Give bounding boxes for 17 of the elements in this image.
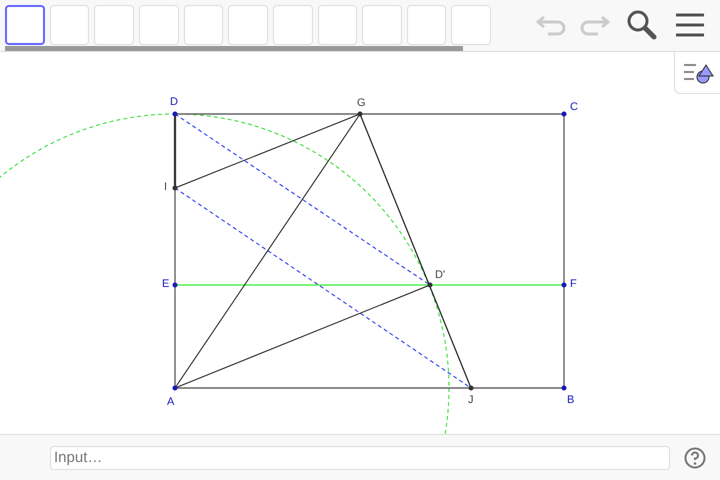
menu-icon[interactable] bbox=[676, 13, 704, 37]
point-label: A bbox=[167, 396, 174, 408]
point-label: J bbox=[468, 394, 474, 406]
help-icon[interactable] bbox=[684, 446, 706, 468]
point-label: C bbox=[570, 101, 578, 113]
point-label: G bbox=[357, 97, 366, 109]
point-label: F bbox=[570, 278, 577, 290]
tool-button[interactable] bbox=[5, 5, 45, 45]
search-icon[interactable] bbox=[626, 9, 658, 41]
point-label: E bbox=[162, 278, 170, 290]
style-bar-toggle-icon[interactable] bbox=[674, 52, 720, 94]
point-label: B bbox=[567, 394, 574, 406]
input-field[interactable]: Input… bbox=[50, 446, 670, 470]
point-label: D' bbox=[435, 269, 446, 281]
point-label: D bbox=[170, 96, 178, 108]
scrollbar[interactable] bbox=[5, 46, 463, 51]
point-label: I bbox=[164, 181, 168, 193]
